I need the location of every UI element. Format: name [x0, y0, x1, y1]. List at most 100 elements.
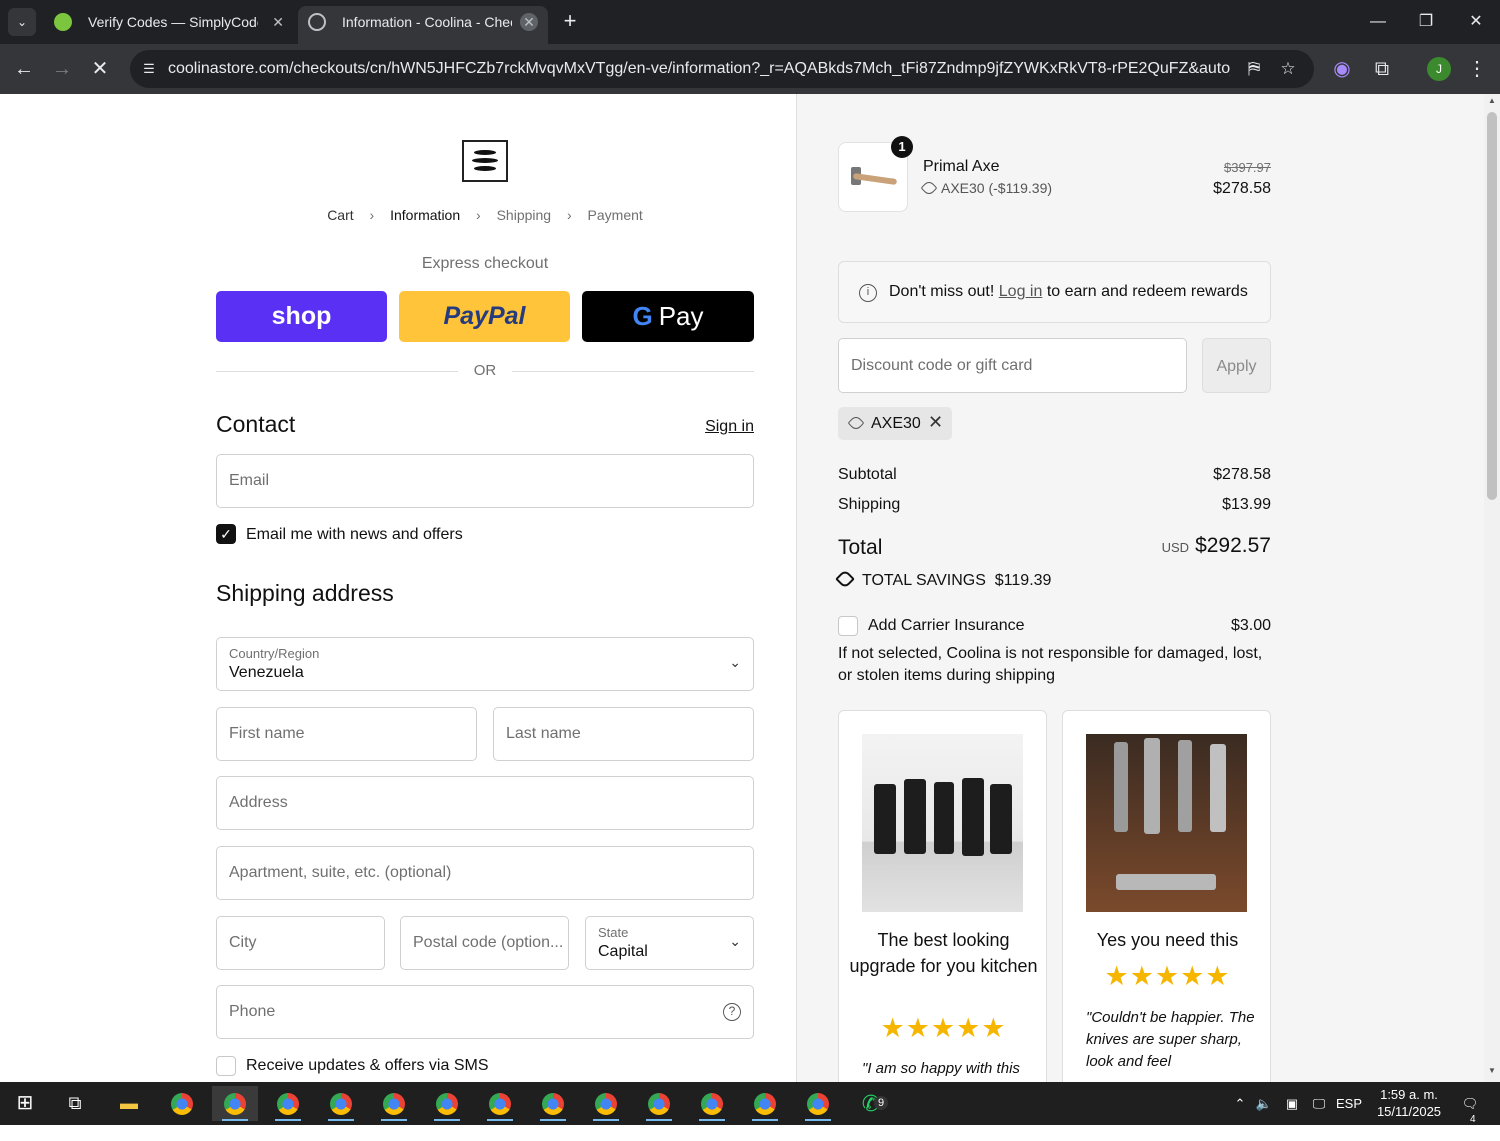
forward-arrow-icon[interactable]: → [48, 55, 76, 83]
chrome-profile-icon[interactable] [530, 1086, 576, 1121]
last-name-field[interactable]: Last name [493, 707, 754, 761]
site-info-icon[interactable]: ☰ [138, 58, 160, 80]
savings-label: TOTAL SAVINGS [862, 572, 986, 589]
star-rating: ★★★★★ [880, 1013, 1007, 1043]
close-tab-icon[interactable]: ✕ [272, 6, 284, 38]
carrier-insurance-checkbox[interactable] [838, 616, 858, 636]
chrome-profile-icon[interactable] [477, 1086, 523, 1121]
coolina-logo[interactable] [462, 140, 508, 182]
chrome-profile-icon[interactable] [371, 1086, 417, 1121]
news-offers-checkbox[interactable]: ✓ [216, 524, 236, 544]
email-field[interactable]: Email [216, 454, 754, 508]
meet-now-icon[interactable]: ▣ [1282, 1082, 1302, 1125]
tag-icon [847, 414, 865, 432]
chrome-profile-icon[interactable] [689, 1086, 735, 1121]
google-pay-button[interactable]: G Pay [582, 291, 754, 342]
email-placeholder: Email [229, 472, 270, 489]
whatsapp-icon[interactable]: ✆ 9 [848, 1086, 894, 1121]
country-select[interactable]: Country/Region Venezuela ⌄ [216, 637, 754, 691]
chevron-right-icon: › [369, 207, 375, 223]
country-label: Country/Region [229, 646, 320, 661]
info-icon: i [859, 284, 877, 302]
apply-discount-button[interactable]: Apply [1202, 338, 1271, 393]
extension-simplycodes-icon[interactable]: ◉ [1328, 55, 1356, 83]
discount-code-input[interactable]: Discount code or gift card [838, 338, 1187, 393]
news-offers-label: Email me with news and offers [246, 526, 463, 543]
notifications-icon[interactable]: 🗨 4 [1456, 1082, 1484, 1125]
phone-field[interactable]: Phone ? [216, 985, 754, 1039]
subtotal-label: Subtotal [838, 466, 897, 483]
new-tab-button[interactable]: + [556, 8, 584, 36]
chrome-profile-icon[interactable] [583, 1086, 629, 1121]
divider [216, 371, 458, 372]
stop-loading-icon[interactable]: ✕ [86, 55, 114, 83]
review-card: The best looking upgrade for you kitchen… [838, 710, 1047, 1082]
sms-offers-checkbox[interactable] [216, 1056, 236, 1076]
tag-icon [920, 179, 938, 197]
scrollbar-thumb[interactable] [1487, 112, 1497, 500]
breadcrumb-cart[interactable]: Cart [327, 207, 353, 223]
help-question-icon[interactable]: ? [723, 1003, 741, 1021]
tab-title: Verify Codes — SimplyCodes [88, 14, 258, 30]
chrome-profile-icon[interactable] [636, 1086, 682, 1121]
city-field[interactable]: City [216, 916, 385, 970]
scroll-down-icon[interactable]: ▼ [1487, 1066, 1497, 1075]
review-quote: "I am so happy with this [862, 1060, 1020, 1077]
page-scrollbar[interactable]: ▲ ▼ [1484, 94, 1500, 1082]
network-icon[interactable]: 🖵 [1308, 1082, 1330, 1125]
url-text[interactable]: coolinastore.com/checkouts/cn/hWN5JHFCZb… [168, 50, 1230, 88]
shipping-label: Shipping [838, 496, 901, 513]
discount-placeholder: Discount code or gift card [851, 357, 1033, 374]
chrome-profile-icon[interactable] [318, 1086, 364, 1121]
chevron-down-icon: ⌄ [729, 654, 741, 670]
translate-icon[interactable]: ⛿ [1243, 58, 1265, 80]
address-bar[interactable]: ☰ coolinastore.com/checkouts/cn/hWN5JHFC… [130, 50, 1314, 88]
task-view-icon[interactable]: ⧉ [52, 1086, 98, 1121]
apartment-field[interactable]: Apartment, suite, etc. (optional) [216, 846, 754, 900]
chrome-profile-icon[interactable] [795, 1086, 841, 1121]
system-clock[interactable]: 1:59 a. m. 15/11/2025 [1364, 1086, 1454, 1120]
tab-search-button[interactable]: ⌄ [8, 8, 36, 36]
remove-code-icon[interactable]: ✕ [928, 412, 943, 433]
shop-pay-button[interactable]: shop [216, 291, 387, 342]
state-select[interactable]: State Capital ⌄ [585, 916, 754, 970]
postal-code-field[interactable]: Postal code (option... [400, 916, 569, 970]
rewards-login-link[interactable]: Log in [999, 283, 1043, 300]
restore-icon[interactable]: ❐ [1402, 0, 1450, 44]
chrome-profile-icon[interactable] [742, 1086, 788, 1121]
chrome-profile-icon[interactable] [212, 1086, 258, 1121]
windows-start-icon[interactable]: ⊞ [2, 1086, 48, 1121]
product-price: $278.58 [1213, 180, 1271, 197]
review-card: Yes you need this ★★★★★ "Couldn't be hap… [1062, 710, 1271, 1082]
bookmark-star-icon[interactable]: ☆ [1277, 58, 1299, 80]
chevron-down-icon: ⌄ [729, 933, 741, 949]
subtotal-value: $278.58 [1213, 466, 1271, 483]
address-field[interactable]: Address [216, 776, 754, 830]
shipping-address-heading: Shipping address [216, 580, 394, 606]
browser-tab-strip: ⌄ Verify Codes — SimplyCodes ✕ Informati… [0, 0, 1500, 44]
chrome-profile-icon[interactable] [265, 1086, 311, 1121]
more-menu-icon[interactable]: ⋮ [1463, 55, 1491, 83]
scroll-up-icon[interactable]: ▲ [1487, 96, 1497, 105]
review-photo-knives-wall [862, 734, 1023, 912]
tray-overflow-icon[interactable]: ⌃ [1230, 1082, 1250, 1125]
close-window-icon[interactable]: ✕ [1452, 0, 1500, 44]
minimize-icon[interactable]: — [1354, 0, 1402, 44]
paypal-button[interactable]: PayPal [399, 291, 570, 342]
phone-placeholder: Phone [229, 1003, 276, 1020]
chrome-icon[interactable] [159, 1086, 205, 1121]
tab-simplycodes[interactable]: Verify Codes — SimplyCodes ✕ [44, 6, 294, 44]
tab-title: Information - Coolina - Checkout [342, 14, 512, 30]
file-explorer-icon[interactable]: ▬ [106, 1086, 152, 1121]
volume-icon[interactable]: 🔈 [1254, 1082, 1274, 1125]
windows-taskbar: ⊞ ⧉ ▬ ✆ 9 ⌃ 🔈 ▣ 🖵 ESP 1:59 a. m. 15/11/20… [0, 1082, 1500, 1125]
extensions-puzzle-icon[interactable]: ⧉ [1368, 55, 1396, 83]
back-arrow-icon[interactable]: ← [10, 55, 38, 83]
sign-in-link[interactable]: Sign in [690, 418, 754, 436]
language-indicator[interactable]: ESP [1334, 1082, 1364, 1125]
close-tab-icon[interactable]: ✕ [520, 13, 538, 31]
first-name-field[interactable]: First name [216, 707, 477, 761]
tab-coolina-checkout[interactable]: Information - Coolina - Checkout ✕ [298, 6, 548, 44]
profile-avatar[interactable]: J [1427, 57, 1451, 81]
chrome-profile-icon[interactable] [424, 1086, 470, 1121]
